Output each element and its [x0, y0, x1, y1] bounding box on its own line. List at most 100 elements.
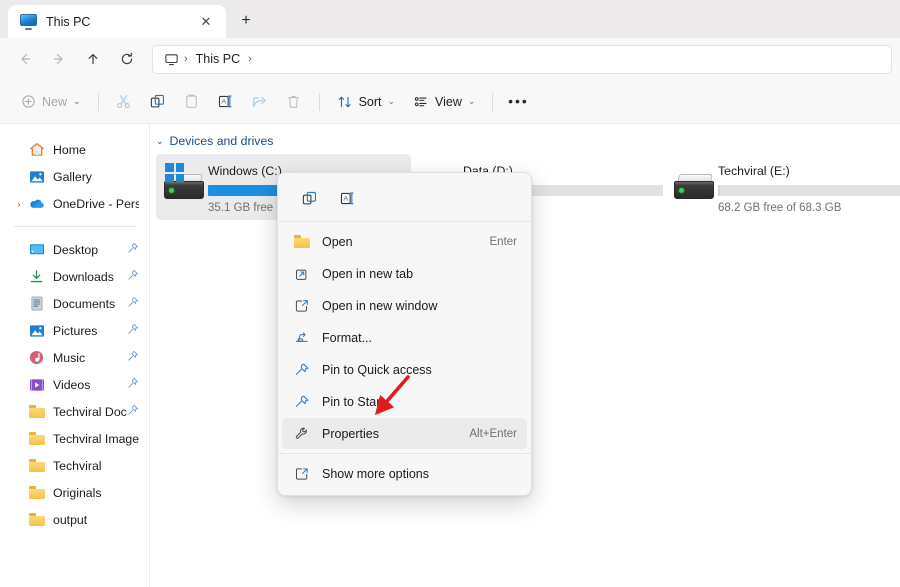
windows-drive-icon [162, 163, 208, 220]
pin-icon[interactable] [127, 268, 139, 286]
drive-name: Techviral (E:) [718, 164, 790, 178]
chevron-down-icon[interactable]: ⌄ [156, 136, 164, 147]
sidebar-item-pictures[interactable]: Pictures [4, 317, 145, 344]
view-icon [414, 96, 427, 106]
up-arrow-icon[interactable] [76, 44, 110, 74]
share-icon[interactable] [243, 87, 277, 117]
context-menu: A Open Enter Open in new tab Open in new… [277, 172, 532, 496]
group-header-devices-and-drives[interactable]: ⌄ Devices and drives [150, 124, 900, 154]
sidebar-item-label: Pictures [53, 323, 98, 338]
pin-icon[interactable] [127, 241, 139, 259]
open-new-window-icon [292, 298, 311, 314]
this-pc-monitor-icon [20, 13, 37, 30]
sidebar-item-originals[interactable]: Originals [4, 479, 145, 506]
rename-icon[interactable]: A [330, 184, 364, 212]
context-menu-item-pin-to-quick-access[interactable]: Pin to Quick access [282, 354, 527, 385]
chevron-down-icon: ⌄ [73, 96, 81, 106]
context-menu-item-show-more-options[interactable]: Show more options [282, 458, 527, 489]
pictures-icon [28, 323, 45, 339]
sidebar-item-desktop[interactable]: Desktop [4, 236, 145, 263]
sidebar-item-techviral-documents[interactable]: Techviral Docum [4, 398, 145, 425]
delete-icon[interactable] [277, 87, 311, 117]
refresh-icon[interactable] [110, 44, 144, 74]
wrench-icon [292, 426, 311, 442]
pin-icon[interactable] [127, 322, 139, 340]
pin-icon[interactable] [127, 295, 139, 313]
context-menu-item-label: Pin to Quick access [322, 362, 432, 377]
open-new-tab-icon [292, 266, 311, 282]
sidebar-item-home[interactable]: Home [4, 136, 145, 163]
folder-icon [28, 512, 45, 528]
paste-icon[interactable] [175, 87, 209, 117]
context-menu-item-format[interactable]: Format... [282, 322, 527, 353]
sidebar-item-label: Originals [53, 485, 102, 500]
context-menu-item-label: Open in new window [322, 298, 438, 313]
tab-strip: This PC ✕ + [0, 0, 900, 38]
sidebar-item-techviral-images[interactable]: Techviral Images [4, 425, 145, 452]
context-menu-item-open-in-new-tab[interactable]: Open in new tab [282, 258, 527, 289]
drive-icon [672, 165, 718, 220]
format-icon [292, 330, 311, 346]
context-menu-quick-actions: A [278, 177, 531, 222]
sidebar-item-documents[interactable]: Documents [4, 290, 145, 317]
sidebar-item-output[interactable]: output [4, 506, 145, 533]
divider [492, 92, 494, 111]
forward-arrow-icon[interactable] [42, 44, 76, 74]
address-bar[interactable]: › This PC › [152, 44, 892, 74]
drive-usage-bar [718, 185, 900, 196]
home-icon [28, 142, 45, 158]
new-tab-button[interactable]: + [232, 8, 260, 34]
pin-icon[interactable] [127, 376, 139, 394]
sidebar-item-label: Techviral [53, 458, 102, 473]
sidebar-divider [14, 226, 137, 227]
context-menu-item-accelerator: Alt+Enter [469, 427, 517, 440]
sidebar-item-label: Downloads [53, 269, 114, 284]
svg-text:A: A [343, 195, 348, 202]
pin-icon [292, 362, 311, 378]
view-button[interactable]: View ⌄ [404, 87, 484, 117]
drive-tile-techviral-e[interactable]: Techviral (E:) 68.2 GB free of 68.3 GB [666, 154, 900, 220]
breadcrumb-separator-trailing[interactable]: › [246, 53, 254, 65]
more-options-button[interactable]: ••• [501, 87, 535, 117]
chevron-down-icon: ⌄ [467, 96, 476, 106]
pin-icon[interactable] [127, 349, 139, 367]
breadcrumb-separator: › [184, 53, 188, 65]
sidebar-item-label: Videos [53, 377, 91, 392]
tab-label: This PC [46, 14, 91, 29]
folder-icon [28, 458, 45, 474]
breadcrumb-item-this-pc[interactable]: This PC [190, 50, 246, 68]
pin-icon[interactable] [127, 403, 139, 421]
folder-icon [28, 431, 45, 447]
cut-icon[interactable] [107, 87, 141, 117]
context-menu-item-label: Open [322, 234, 353, 249]
context-menu-item-pin-to-start[interactable]: Pin to Start [282, 386, 527, 417]
sort-button[interactable]: Sort ⌄ [328, 87, 404, 117]
context-menu-item-open-in-new-window[interactable]: Open in new window [282, 290, 527, 321]
pin-icon [292, 394, 311, 410]
music-icon [28, 350, 45, 366]
sidebar-item-music[interactable]: Music [4, 344, 145, 371]
context-menu-item-open[interactable]: Open Enter [282, 226, 527, 257]
sidebar-item-techviral[interactable]: Techviral [4, 452, 145, 479]
context-menu-item-properties[interactable]: Properties Alt+Enter [282, 418, 527, 449]
videos-icon [28, 377, 45, 393]
new-button-label: New [42, 94, 68, 109]
sidebar-item-downloads[interactable]: Downloads [4, 263, 145, 290]
sidebar-item-videos[interactable]: Videos [4, 371, 145, 398]
tab-this-pc[interactable]: This PC ✕ [8, 5, 226, 38]
chevron-right-icon[interactable]: › [12, 199, 26, 209]
sidebar-item-gallery[interactable]: Gallery [4, 163, 145, 190]
copy-icon[interactable] [141, 87, 175, 117]
svg-text:A: A [222, 99, 227, 106]
copy-icon[interactable] [292, 184, 326, 212]
rename-icon[interactable]: A [209, 87, 243, 117]
close-icon[interactable]: ✕ [194, 10, 218, 34]
show-more-options-icon [292, 466, 311, 482]
breadcrumb-root-icon[interactable] [161, 52, 182, 67]
sidebar-item-label: Home [53, 142, 86, 157]
back-arrow-icon[interactable] [8, 44, 42, 74]
divider [318, 92, 320, 111]
onedrive-icon [28, 196, 45, 212]
new-button[interactable]: New ⌄ [12, 87, 90, 117]
sidebar-item-onedrive[interactable]: › OneDrive - Persona [4, 190, 145, 217]
